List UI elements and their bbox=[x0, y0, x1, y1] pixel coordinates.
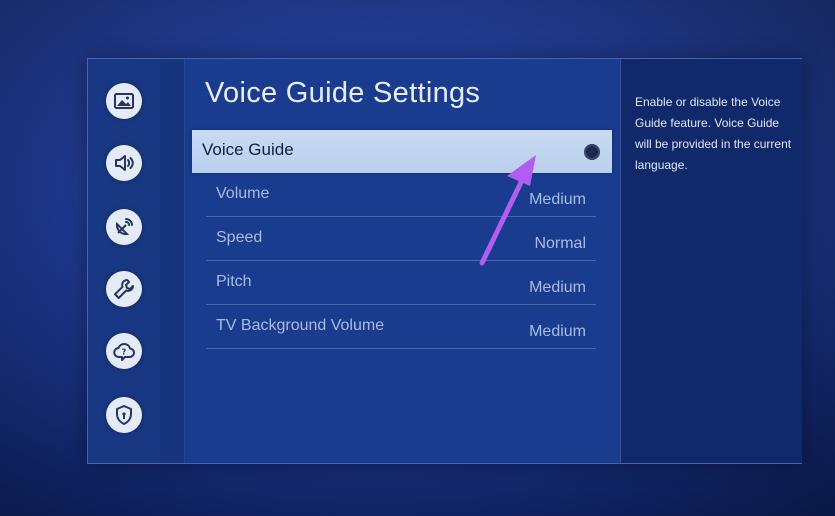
volume-label: Volume bbox=[216, 185, 270, 202]
pitch-value: Medium bbox=[529, 279, 586, 296]
support-icon[interactable]: ? bbox=[106, 333, 142, 369]
voice-guide-label: Voice Guide bbox=[202, 140, 294, 159]
picture-icon[interactable] bbox=[106, 83, 142, 119]
sound-icon[interactable] bbox=[106, 145, 142, 181]
settings-panel: ? Voice Guide Settings Voice Guide Volum… bbox=[87, 58, 802, 464]
tv-background-volume-row[interactable]: TV Background Volume Medium bbox=[206, 305, 596, 349]
volume-row[interactable]: Volume Medium bbox=[206, 173, 596, 217]
toggle-off-icon[interactable] bbox=[584, 144, 600, 160]
settings-main: Voice Guide Settings Voice Guide Volume … bbox=[184, 59, 620, 463]
help-text: Enable or disable the Voice Guide featur… bbox=[635, 95, 792, 172]
volume-value: Medium bbox=[529, 191, 586, 208]
pitch-row[interactable]: Pitch Medium bbox=[206, 261, 596, 305]
voice-guide-toggle-row[interactable]: Voice Guide bbox=[192, 130, 612, 173]
pitch-label: Pitch bbox=[216, 273, 252, 290]
tv-background-volume-label: TV Background Volume bbox=[216, 317, 385, 334]
help-info-panel: Enable or disable the Voice Guide featur… bbox=[620, 59, 802, 463]
page-title: Voice Guide Settings bbox=[205, 77, 481, 109]
speed-row[interactable]: Speed Normal bbox=[206, 217, 596, 261]
svg-text:?: ? bbox=[122, 348, 127, 357]
sidebar-divider bbox=[160, 59, 185, 463]
speed-label: Speed bbox=[216, 229, 263, 246]
speed-value: Normal bbox=[534, 235, 586, 252]
broadcasting-icon[interactable] bbox=[106, 209, 142, 245]
privacy-shield-icon[interactable] bbox=[106, 397, 142, 433]
wrench-icon[interactable] bbox=[106, 271, 142, 307]
settings-sidebar: ? bbox=[88, 59, 161, 463]
tv-background-volume-value: Medium bbox=[529, 323, 586, 340]
